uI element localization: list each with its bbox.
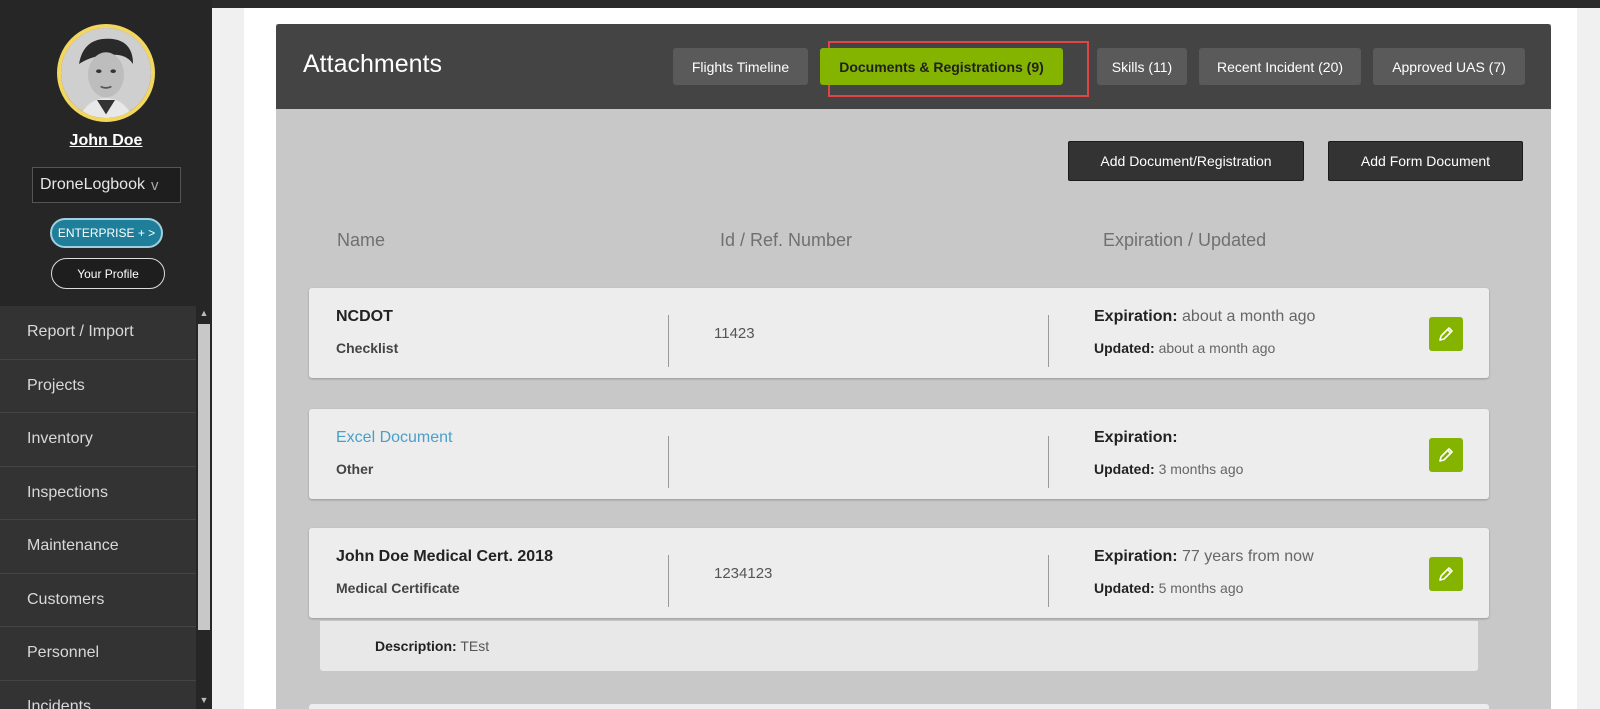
your-profile-button[interactable]: Your Profile — [51, 258, 165, 289]
document-ref: 1234123 — [714, 565, 773, 582]
document-type: Medical Certificate — [336, 580, 460, 596]
document-type: Other — [336, 461, 374, 477]
sidebar-nav: Report / Import Projects Inventory Inspe… — [0, 306, 196, 709]
column-header-name: Name — [337, 230, 386, 250]
top-bar — [0, 0, 1600, 8]
column-header-ref: Id / Ref. Number — [720, 230, 853, 250]
add-document-registration-button[interactable]: Add Document/Registration — [1068, 141, 1304, 181]
sidebar-item-inspections[interactable]: Inspections — [0, 466, 196, 520]
sidebar-scrollbar[interactable]: ▲ ▼ — [196, 306, 212, 709]
sidebar-item-report-import[interactable]: Report / Import — [0, 306, 196, 360]
org-select[interactable]: DroneLogbook v — [32, 167, 181, 203]
document-updated: Updated: 3 months ago — [1094, 461, 1243, 477]
expiration-value: about a month ago — [1182, 308, 1316, 325]
document-card-partial[interactable] — [309, 704, 1489, 709]
edit-button[interactable] — [1429, 438, 1463, 472]
chevron-down-icon: v — [150, 176, 159, 194]
document-updated: Updated: about a month ago — [1094, 340, 1275, 356]
org-select-value: DroneLogbook — [40, 176, 145, 193]
profile-section: John Doe DroneLogbook v ENTERPRISE + > Y… — [0, 0, 212, 306]
expiration-value: 77 years from now — [1182, 548, 1314, 565]
sidebar-item-maintenance[interactable]: Maintenance — [0, 520, 196, 574]
pencil-icon — [1439, 448, 1453, 462]
sidebar-item-projects[interactable]: Projects — [0, 359, 196, 413]
edit-button[interactable] — [1429, 557, 1463, 591]
tab-documents-registrations[interactable]: Documents & Registrations (9) — [820, 48, 1063, 85]
document-name-link[interactable]: Excel Document — [336, 429, 453, 447]
description-label: Description: — [375, 638, 457, 654]
description-value: TEst — [460, 638, 490, 654]
document-expiration: Expiration: about a month ago — [1094, 308, 1315, 326]
column-divider — [668, 315, 669, 367]
panel-title: Attachments — [303, 50, 442, 78]
expiration-label: Expiration: — [1094, 429, 1178, 446]
column-divider — [668, 555, 669, 607]
updated-value: 3 months ago — [1158, 461, 1244, 477]
column-divider — [1048, 555, 1049, 607]
document-expiration: Expiration: — [1094, 429, 1178, 447]
updated-value: about a month ago — [1158, 340, 1276, 356]
document-card[interactable]: John Doe Medical Cert. 2018 Medical Cert… — [309, 528, 1489, 618]
user-name-link[interactable]: John Doe — [0, 132, 212, 150]
document-name: NCDOT — [336, 308, 393, 325]
expiration-label: Expiration: — [1094, 308, 1178, 325]
arrow-up-icon[interactable]: ▲ — [199, 308, 209, 318]
description-text: Description: TEst — [375, 638, 489, 654]
tab-skills[interactable]: Skills (11) — [1097, 48, 1187, 85]
pencil-icon — [1439, 327, 1453, 341]
attachments-panel: Attachments Flights Timeline Documents &… — [276, 24, 1551, 709]
updated-label: Updated: — [1094, 340, 1155, 356]
sidebar-item-incidents[interactable]: Incidents — [0, 680, 196, 709]
document-type: Checklist — [336, 340, 399, 356]
tab-approved-uas[interactable]: Approved UAS (7) — [1373, 48, 1525, 85]
document-expiration: Expiration: 77 years from now — [1094, 548, 1314, 566]
tab-recent-incident[interactable]: Recent Incident (20) — [1199, 48, 1361, 85]
column-divider — [1048, 315, 1049, 367]
document-card[interactable]: NCDOT Checklist 11423 Expiration: about … — [309, 288, 1489, 378]
enterprise-button[interactable]: ENTERPRISE + > — [50, 218, 163, 248]
document-ref: 11423 — [714, 325, 755, 342]
pencil-icon — [1439, 567, 1453, 581]
document-card[interactable]: Excel Document Other Expiration: Updated… — [309, 409, 1489, 499]
sidebar-item-personnel[interactable]: Personnel — [0, 627, 196, 681]
add-form-document-button[interactable]: Add Form Document — [1328, 141, 1523, 181]
sidebar-item-customers[interactable]: Customers — [0, 573, 196, 627]
panel-header: Attachments Flights Timeline Documents &… — [276, 24, 1551, 109]
column-divider — [1048, 436, 1049, 488]
sidebar-item-inventory[interactable]: Inventory — [0, 413, 196, 467]
arrow-down-icon[interactable]: ▼ — [199, 695, 209, 705]
updated-label: Updated: — [1094, 461, 1155, 477]
tab-flights-timeline[interactable]: Flights Timeline — [673, 48, 808, 85]
document-name: John Doe Medical Cert. 2018 — [336, 548, 553, 565]
sidebar: John Doe DroneLogbook v ENTERPRISE + > Y… — [0, 0, 212, 709]
document-description: Description: TEst — [320, 621, 1478, 671]
avatar[interactable] — [57, 24, 155, 122]
updated-value: 5 months ago — [1158, 580, 1244, 596]
updated-label: Updated: — [1094, 580, 1155, 596]
scrollbar-thumb[interactable] — [198, 324, 210, 630]
expiration-label: Expiration: — [1094, 548, 1178, 565]
avatar-portrait-icon — [61, 28, 151, 118]
edit-button[interactable] — [1429, 317, 1463, 351]
column-divider — [668, 436, 669, 488]
column-header-expiration: Expiration / Updated — [1103, 230, 1267, 250]
document-updated: Updated: 5 months ago — [1094, 580, 1243, 596]
